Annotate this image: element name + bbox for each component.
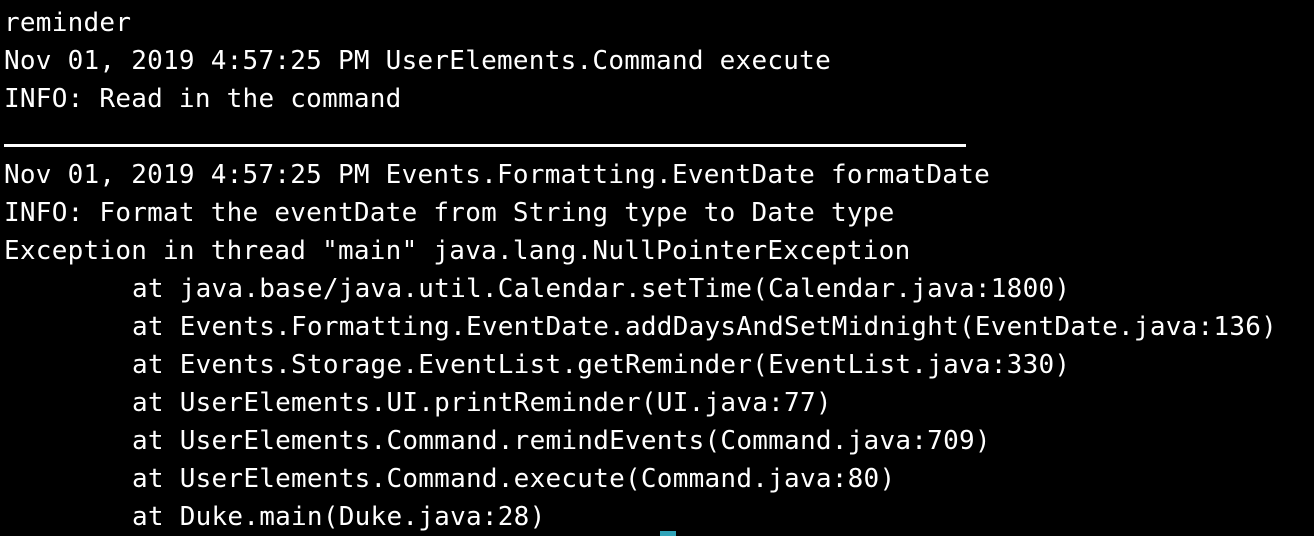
stack-frame: at Duke.main(Duke.java:28): [132, 502, 546, 532]
separator-row: [4, 118, 1314, 156]
log-header: Nov 01, 2019 4:57:25 PM Events.Formattin…: [4, 160, 991, 190]
log-message: INFO: Read in the command: [4, 84, 402, 114]
stack-frame: at Events.Formatting.EventDate.addDaysAn…: [132, 312, 1278, 342]
stack-frame: at UserElements.Command.execute(Command.…: [132, 464, 896, 494]
command-line: reminder: [4, 8, 132, 38]
stack-frame: at java.base/java.util.Calendar.setTime(…: [132, 274, 1071, 304]
separator-line: [4, 144, 966, 147]
stack-frame: at UserElements.UI.printReminder(UI.java…: [132, 388, 832, 418]
exception-line: Exception in thread "main" java.lang.Nul…: [4, 236, 911, 266]
stack-frame: at UserElements.Command.remindEvents(Com…: [132, 426, 991, 456]
log-header: Nov 01, 2019 4:57:25 PM UserElements.Com…: [4, 46, 831, 76]
text-cursor: [660, 531, 676, 536]
log-message: INFO: Format the eventDate from String t…: [4, 198, 895, 228]
terminal-output[interactable]: reminder Nov 01, 2019 4:57:25 PM UserEle…: [0, 0, 1314, 536]
stack-frame: at Events.Storage.EventList.getReminder(…: [132, 350, 1071, 380]
